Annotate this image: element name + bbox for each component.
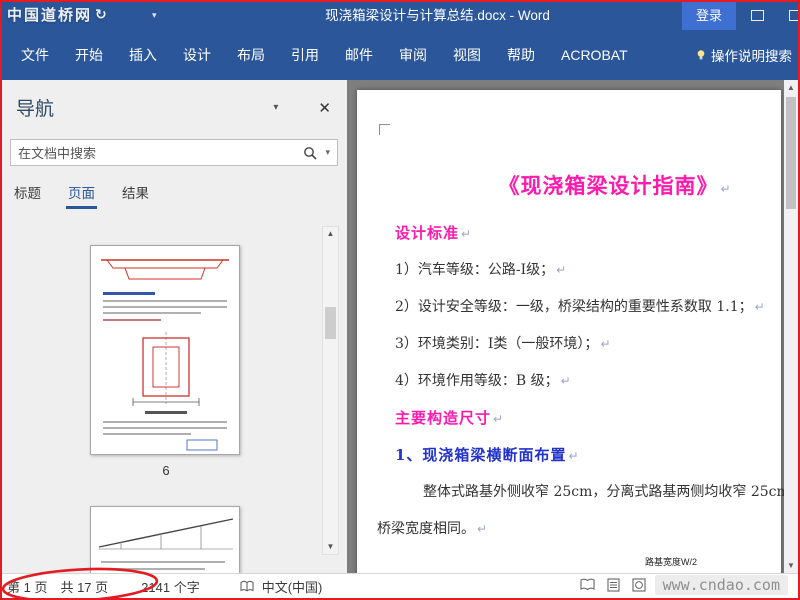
thumbnail-page-number: 6 (162, 463, 170, 478)
tab-design[interactable]: 设计 (170, 30, 224, 80)
navigation-close-icon[interactable]: ✕ (318, 99, 331, 117)
main-area: 导航 ▾ ✕ 在文档中搜索 ▾ 标题 页面 结果 6 ▲ ▼ 《现浇箱梁设计指南… (2, 80, 798, 573)
web-layout-icon[interactable] (632, 578, 646, 592)
view-switcher (580, 578, 646, 592)
sign-in-button[interactable]: 登录 (681, 2, 736, 30)
quick-access-dropdown-icon[interactable]: ▾ (152, 10, 157, 21)
doc-heading-title: 《现浇箱梁设计指南》 ↵ (498, 173, 732, 198)
paragraph-mark: ↵ (461, 227, 473, 241)
scroll-down-icon[interactable]: ▼ (784, 558, 798, 573)
word-count[interactable]: 2141 个字 (141, 577, 200, 596)
paragraph-mark: ↵ (477, 522, 488, 536)
scroll-up-icon[interactable]: ▲ (323, 227, 338, 241)
navigation-title: 导航 (16, 99, 55, 120)
document-title: 现浇箱梁设计与计算总结.docx - Word (325, 8, 550, 23)
tab-insert[interactable]: 插入 (116, 30, 170, 80)
page-indicator[interactable]: 第 1 页 (7, 577, 47, 596)
navigation-pane: 导航 ▾ ✕ 在文档中搜索 ▾ 标题 页面 结果 6 ▲ ▼ (2, 80, 347, 573)
nav-tab-headings[interactable]: 标题 (14, 182, 41, 209)
nav-scrollbar[interactable]: ▲ ▼ (322, 226, 339, 555)
read-mode-icon[interactable] (580, 578, 595, 592)
paragraph-mark: ↵ (493, 412, 505, 426)
scroll-down-icon[interactable]: ▼ (323, 540, 338, 554)
document-scrollbar-thumb[interactable] (786, 97, 796, 209)
nav-tab-results[interactable]: 结果 (122, 182, 149, 209)
document-canvas: 《现浇箱梁设计指南》 ↵ 设计标准 ↵ 1）汽车等级：公路-Ⅰ级； ↵ 2）设计安全等… (347, 80, 798, 573)
language-indicator[interactable]: 中文(中国) (262, 577, 323, 596)
thumbnail-diagram (98, 518, 234, 570)
status-bar: 第 1 页 共 17 页 2141 个字 中文(中国) www.cndao.co… (2, 573, 798, 598)
document-page[interactable]: 《现浇箱梁设计指南》 ↵ 设计标准 ↵ 1）汽车等级：公路-Ⅰ级； ↵ 2）设计安全等… (357, 90, 790, 573)
page-thumbnail-list: 6 (90, 245, 242, 573)
navigation-options-dropdown-icon[interactable]: ▾ (273, 102, 278, 113)
page-total[interactable]: 共 17 页 (60, 577, 108, 596)
tell-me-search[interactable]: 操作说明搜索 (696, 45, 792, 65)
navigation-header: 导航 ▾ ✕ (2, 80, 347, 121)
tell-me-label: 操作说明搜索 (711, 49, 792, 64)
scroll-up-icon[interactable]: ▲ (784, 80, 798, 95)
word-window: 中国道桥网 ↻ ▾ 现浇箱梁设计与计算总结.docx - Word 登录 文件 … (0, 0, 800, 600)
lightbulb-icon (697, 50, 705, 60)
paragraph-mark: ↵ (754, 300, 765, 314)
tab-acrobat[interactable]: ACROBAT (548, 30, 641, 80)
title-bar: 中国道桥网 ↻ ▾ 现浇箱梁设计与计算总结.docx - Word 登录 (2, 2, 798, 30)
doc-line: 1、现浇箱梁横断面布置 ↵ (395, 446, 580, 464)
tab-review[interactable]: 审阅 (386, 30, 440, 80)
nav-tab-pages[interactable]: 页面 (66, 182, 97, 209)
doc-line: 2）设计安全等级：一级，桥梁结构的重要性系数取 1.1； ↵ (395, 299, 765, 315)
paragraph-mark: ↵ (600, 337, 611, 351)
page-thumbnail-next[interactable] (90, 506, 240, 573)
refresh-icon: ↻ (95, 6, 107, 23)
minimize-icon[interactable] (789, 10, 798, 21)
doc-line: 4）环境作用等级：B 级； ↵ (395, 373, 571, 389)
paragraph-mark: ↵ (556, 263, 567, 277)
search-placeholder: 在文档中搜索 (18, 146, 97, 161)
ribbon-tab-bar: 文件 开始 插入 设计 布局 引用 邮件 审阅 视图 帮助 ACROBAT 操作… (2, 30, 798, 80)
margin-crop-mark (379, 124, 390, 135)
tab-view[interactable]: 视图 (440, 30, 494, 80)
paragraph-mark: ↵ (560, 374, 571, 388)
search-input[interactable]: 在文档中搜索 ▾ (10, 139, 338, 166)
tab-references[interactable]: 引用 (278, 30, 332, 80)
paragraph-mark: ↵ (720, 182, 732, 196)
print-layout-icon[interactable] (607, 578, 620, 592)
doc-line: 3）环境类别：Ⅰ类（一般环境）； ↵ (395, 336, 611, 352)
paragraph-mark: ↵ (568, 449, 580, 463)
tab-file[interactable]: 文件 (8, 30, 62, 80)
page-thumbnail-6[interactable] (90, 245, 240, 455)
tab-home[interactable]: 开始 (62, 30, 116, 80)
thumbnail-diagram (101, 259, 229, 451)
doc-line: 1）汽车等级：公路-Ⅰ级； ↵ (395, 262, 567, 278)
proofing-status[interactable] (240, 580, 254, 593)
tab-help[interactable]: 帮助 (494, 30, 548, 80)
site-watermark: www.cndao.com (654, 575, 788, 595)
doc-line: 桥梁宽度相同。 ↵ (377, 521, 488, 537)
tab-mailings[interactable]: 邮件 (332, 30, 386, 80)
search-icon[interactable] (303, 146, 318, 160)
nav-scrollbar-thumb[interactable] (325, 307, 336, 339)
navigation-tabs: 标题 页面 结果 (14, 182, 347, 209)
doc-line: 主要构造尺寸 ↵ (395, 409, 505, 427)
figure-dimension-label: 路基宽度W/2 (645, 557, 698, 567)
doc-line: 整体式路基外侧收窄 25cm，分离式路基两侧均收窄 25cm (423, 484, 790, 500)
document-scrollbar[interactable]: ▲ ▼ (784, 80, 798, 573)
ribbon-display-options-icon[interactable] (751, 10, 764, 21)
site-logo-watermark: 中国道桥网 ↻ (7, 4, 107, 25)
doc-line: 设计标准 ↵ (395, 224, 473, 242)
logo-text: 中国道桥网 (7, 6, 93, 24)
proofing-book-icon (240, 580, 254, 591)
tab-layout[interactable]: 布局 (224, 30, 278, 80)
search-dropdown-icon[interactable]: ▾ (325, 147, 330, 158)
